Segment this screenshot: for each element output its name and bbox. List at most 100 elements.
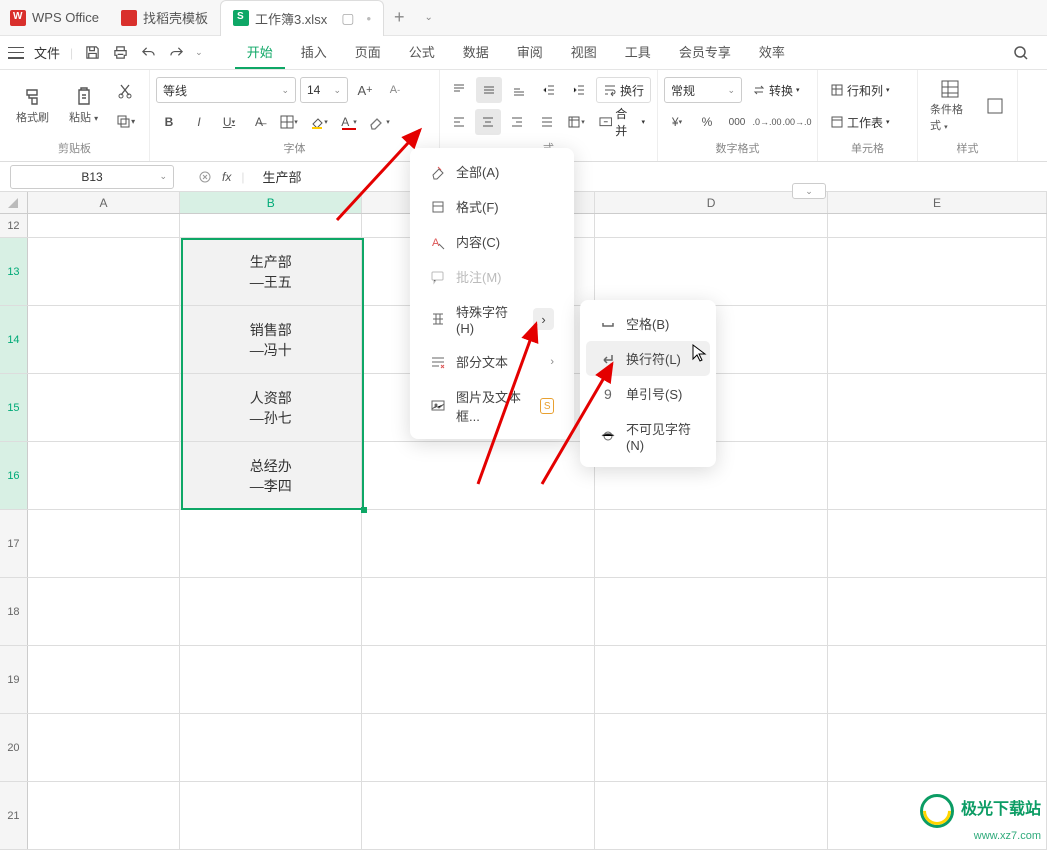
- tab-tools[interactable]: 工具: [613, 36, 663, 69]
- cell-B19[interactable]: [180, 646, 362, 713]
- cell-B12[interactable]: [180, 214, 362, 237]
- row-header-21[interactable]: 21: [0, 782, 28, 849]
- cell-C16[interactable]: [362, 442, 595, 509]
- qa-dropdown[interactable]: ⌄: [195, 47, 203, 58]
- cell-D17[interactable]: [595, 510, 828, 577]
- clear-menu-item-0[interactable]: 全部(A): [416, 154, 568, 189]
- row-header-20[interactable]: 20: [0, 714, 28, 781]
- cell-E14[interactable]: [828, 306, 1047, 373]
- clear-menu-item-5[interactable]: 部分文本›: [416, 344, 568, 379]
- row-header-13[interactable]: 13: [0, 238, 28, 305]
- formula-input[interactable]: 生产部: [262, 167, 301, 186]
- convert-button[interactable]: 转换▾: [746, 77, 806, 103]
- align-right-button[interactable]: [505, 109, 530, 135]
- print-icon[interactable]: [111, 44, 129, 62]
- special-submenu-item-3[interactable]: 不可见字符(N): [586, 411, 710, 461]
- cell-style-button[interactable]: [979, 94, 1011, 118]
- new-tab-button[interactable]: +: [384, 7, 415, 28]
- row-header-12[interactable]: 12: [0, 214, 28, 237]
- cell-A13[interactable]: [28, 238, 180, 305]
- comma-button[interactable]: 000: [724, 109, 750, 135]
- cancel-formula-icon[interactable]: [198, 170, 212, 184]
- cell-A18[interactable]: [28, 578, 180, 645]
- col-header-E[interactable]: E: [828, 192, 1047, 213]
- special-submenu-item-0[interactable]: 空格(B): [586, 306, 710, 341]
- col-header-A[interactable]: A: [28, 192, 180, 213]
- decrease-decimal-button[interactable]: .0→.00: [754, 109, 780, 135]
- cell-A14[interactable]: [28, 306, 180, 373]
- wrap-text-button[interactable]: 换行: [596, 77, 651, 103]
- tab-workbook[interactable]: 工作簿3.xlsx ▢ •: [220, 0, 384, 36]
- paste-button[interactable]: 粘贴 ▾: [63, 85, 104, 127]
- tab-view[interactable]: 视图: [559, 36, 609, 69]
- cell-E17[interactable]: [828, 510, 1047, 577]
- increase-indent-button[interactable]: [566, 77, 592, 103]
- font-color-button[interactable]: A▾: [336, 109, 362, 135]
- clear-menu-item-4[interactable]: 特殊字符(H)›: [416, 294, 568, 344]
- cell-D13[interactable]: [595, 238, 828, 305]
- tab-templates[interactable]: 找稻壳模板: [109, 0, 220, 36]
- search-button[interactable]: [1003, 45, 1039, 61]
- align-left-button[interactable]: [446, 109, 471, 135]
- cell-A12[interactable]: [28, 214, 180, 237]
- column-options-pill[interactable]: ⌄: [792, 183, 826, 199]
- font-size-select[interactable]: 14⌄: [300, 77, 348, 103]
- selection-handle[interactable]: [361, 507, 367, 513]
- cut-button[interactable]: [112, 78, 138, 104]
- cell-E19[interactable]: [828, 646, 1047, 713]
- special-submenu-item-2[interactable]: 9单引号(S): [586, 376, 710, 411]
- cell-D12[interactable]: [595, 214, 828, 237]
- name-box[interactable]: B13 ⌄: [10, 165, 174, 189]
- row-header-17[interactable]: 17: [0, 510, 28, 577]
- cell-A21[interactable]: [28, 782, 180, 849]
- cell-B18[interactable]: [180, 578, 362, 645]
- cell-B16[interactable]: 总经办 —李四: [180, 442, 362, 509]
- cell-C17[interactable]: [362, 510, 595, 577]
- cell-E15[interactable]: [828, 374, 1047, 441]
- undo-icon[interactable]: [139, 44, 157, 62]
- italic-button[interactable]: I: [186, 109, 212, 135]
- increase-decimal-button[interactable]: .00→.0: [784, 109, 810, 135]
- row-header-18[interactable]: 18: [0, 578, 28, 645]
- conditional-format-button[interactable]: 条件格式 ▾: [924, 77, 975, 135]
- merge-button[interactable]: 合并▾: [593, 109, 651, 135]
- tab-data[interactable]: 数据: [451, 36, 501, 69]
- copy-button[interactable]: ▾: [112, 108, 138, 134]
- cell-B14[interactable]: 销售部 —冯十: [180, 306, 362, 373]
- border-button[interactable]: ▾: [276, 109, 302, 135]
- cell-D18[interactable]: [595, 578, 828, 645]
- row-header-19[interactable]: 19: [0, 646, 28, 713]
- cell-A15[interactable]: [28, 374, 180, 441]
- row-header-14[interactable]: 14: [0, 306, 28, 373]
- tab-formula[interactable]: 公式: [397, 36, 447, 69]
- tab-start[interactable]: 开始: [235, 36, 285, 69]
- bold-button[interactable]: B: [156, 109, 182, 135]
- cell-E18[interactable]: [828, 578, 1047, 645]
- row-header-16[interactable]: 16: [0, 442, 28, 509]
- redo-icon[interactable]: [167, 44, 185, 62]
- tab-insert[interactable]: 插入: [289, 36, 339, 69]
- decrease-indent-button[interactable]: [536, 77, 562, 103]
- cell-E13[interactable]: [828, 238, 1047, 305]
- fill-color-button[interactable]: ▾: [306, 109, 332, 135]
- shrink-font-button[interactable]: A-: [382, 77, 408, 103]
- select-all-corner[interactable]: [0, 192, 28, 213]
- row-header-15[interactable]: 15: [0, 374, 28, 441]
- clear-format-button[interactable]: ▾: [366, 109, 392, 135]
- cell-B15[interactable]: 人资部 —孙七: [180, 374, 362, 441]
- cell-A20[interactable]: [28, 714, 180, 781]
- cell-B17[interactable]: [180, 510, 362, 577]
- cell-D20[interactable]: [595, 714, 828, 781]
- cell-A16[interactable]: [28, 442, 180, 509]
- currency-button[interactable]: ¥ ▾: [664, 109, 690, 135]
- cell-E12[interactable]: [828, 214, 1047, 237]
- rowcol-button[interactable]: 行和列▾: [824, 77, 896, 103]
- cell-B13[interactable]: 生产部 —王五: [180, 238, 362, 305]
- cell-A19[interactable]: [28, 646, 180, 713]
- cell-A17[interactable]: [28, 510, 180, 577]
- hamburger-icon[interactable]: [8, 47, 24, 59]
- cell-C18[interactable]: [362, 578, 595, 645]
- tab-list-button[interactable]: ⌄: [415, 12, 443, 23]
- tab-efficiency[interactable]: 效率: [747, 36, 797, 69]
- save-icon[interactable]: [83, 44, 101, 62]
